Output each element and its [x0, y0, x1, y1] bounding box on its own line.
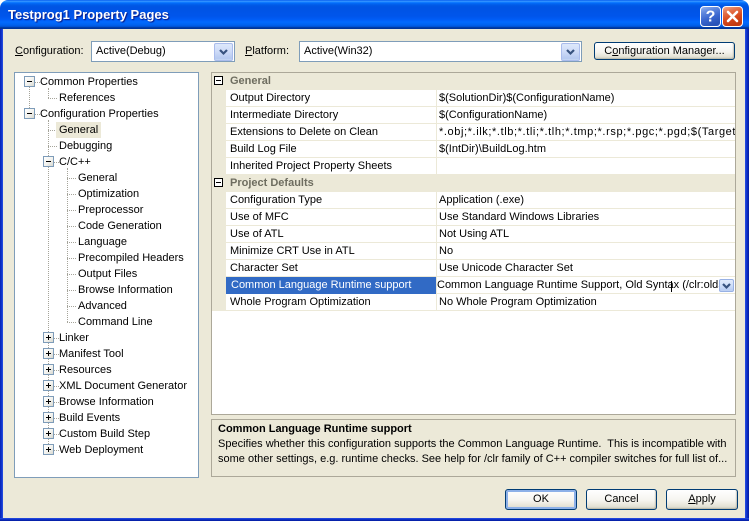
svg-text:?: ? — [706, 9, 716, 26]
